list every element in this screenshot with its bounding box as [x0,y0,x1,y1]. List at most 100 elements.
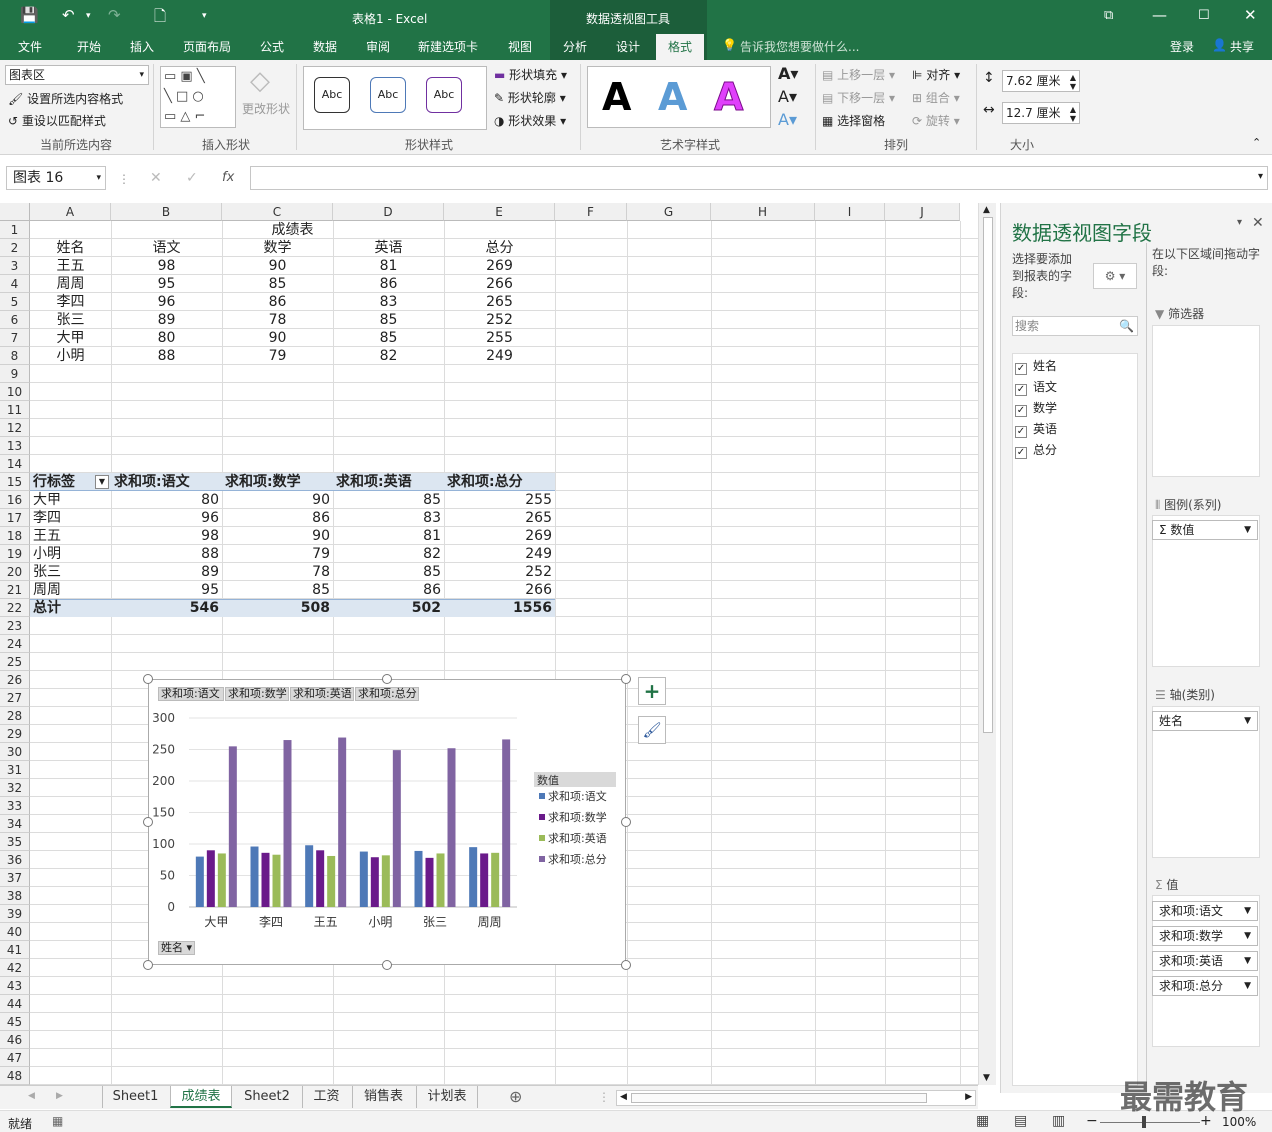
sheet-tab-sales[interactable]: 销售表 [352,1086,414,1108]
row-header-24[interactable]: 24 [0,635,30,653]
value-item-math[interactable]: 求和项:数学 ▼ [1152,926,1258,946]
column-header-h[interactable]: H [711,203,815,221]
score-data-cell[interactable]: 96 [111,293,222,311]
score-data-cell[interactable]: 95 [111,275,222,293]
score-header-cell[interactable]: 数学 [222,239,333,257]
resize-handle[interactable] [143,817,153,827]
wordart-style-blue[interactable]: A [658,75,687,119]
reset-style-button[interactable]: ↺ 重设以匹配样式 [8,112,106,129]
tab-design[interactable]: 设计 [616,38,640,55]
pivot-data-cell[interactable]: 252 [444,563,555,581]
field-checkbox-total[interactable]: ✓ 总分 [1015,441,1057,459]
bar-2-0[interactable] [217,853,226,907]
pivot-header-cell[interactable]: 求和项:数学 [222,473,333,491]
value-item-total[interactable]: 求和项:总分 ▼ [1152,976,1258,996]
pivot-data-cell[interactable]: 95 [111,581,222,599]
score-data-cell[interactable]: 249 [444,347,555,365]
shape-style-3[interactable]: Abc [426,77,462,113]
row-header-28[interactable]: 28 [0,707,30,725]
select-all-corner[interactable] [0,203,30,221]
field-checkbox-chinese[interactable]: ✓ 语文 [1015,378,1057,396]
row-header-45[interactable]: 45 [0,1013,30,1031]
value-item-english[interactable]: 求和项:英语 ▼ [1152,951,1258,971]
vertical-scroll-thumb[interactable] [983,217,993,733]
pivot-data-cell[interactable]: 269 [444,527,555,545]
row-header-7[interactable]: 7 [0,329,30,347]
row-header-38[interactable]: 38 [0,887,30,905]
score-data-cell[interactable]: 85 [333,329,444,347]
tab-data[interactable]: 数据 [313,38,337,55]
column-header-g[interactable]: G [627,203,711,221]
pivot-data-cell[interactable]: 大甲 [30,491,111,509]
axis-item-name[interactable]: 姓名 ▼ [1152,711,1258,731]
page-break-view-icon[interactable]: ▥ [1052,1113,1065,1129]
shape-fill-button[interactable]: ▬ 形状填充 ▾ [494,66,567,83]
bar-2-3[interactable] [381,855,390,907]
bar-0-4[interactable] [414,850,423,907]
row-header-3[interactable]: 3 [0,257,30,275]
score-header-cell[interactable]: 姓名 [30,239,111,257]
row-header-1[interactable]: 1 [0,221,30,239]
pivot-data-cell[interactable]: 86 [333,581,444,599]
score-data-cell[interactable]: 86 [222,293,333,311]
score-data-cell[interactable]: 255 [444,329,555,347]
score-data-cell[interactable]: 86 [333,275,444,293]
row-label-filter-dropdown-icon[interactable]: ▼ [95,475,109,489]
pivot-header-cell[interactable]: 求和项:语文 [111,473,222,491]
pivot-data-cell[interactable]: 85 [333,491,444,509]
undo-dropdown-icon[interactable]: ▾ [86,11,91,21]
vertical-scrollbar[interactable]: ▲ ▼ [978,203,996,1085]
column-header-f[interactable]: F [555,203,627,221]
sheet-tab-sheet1[interactable]: Sheet1 [102,1086,168,1108]
sheet-tab-salary[interactable]: 工资 [302,1086,350,1108]
bar-0-1[interactable] [250,846,259,907]
score-data-cell[interactable]: 82 [333,347,444,365]
width-input[interactable]: 12.7 厘米 ▲ ▼ [1002,102,1080,124]
field-checkbox-english[interactable]: ✓ 英语 [1015,420,1057,438]
score-data-cell[interactable]: 80 [111,329,222,347]
tab-format[interactable]: 格式 [656,34,705,60]
filters-zone[interactable] [1152,325,1260,477]
bar-3-2[interactable] [338,737,347,907]
pivot-data-cell[interactable]: 90 [222,491,333,509]
resize-handle[interactable] [143,674,153,684]
column-header-b[interactable]: B [111,203,222,221]
row-header-17[interactable]: 17 [0,509,30,527]
text-outline-icon[interactable]: A▾ [778,87,797,106]
undo-icon[interactable]: ↶ [62,6,75,24]
tell-me-search[interactable]: 告诉我您想要做什么... [740,38,859,55]
row-header-23[interactable]: 23 [0,617,30,635]
pivot-data-cell[interactable]: 周周 [30,581,111,599]
macro-record-icon[interactable]: ▦ [52,1114,63,1128]
row-header-37[interactable]: 37 [0,869,30,887]
minimize-icon[interactable]: — [1152,6,1167,24]
height-input[interactable]: 7.62 厘米 ▲ ▼ [1002,70,1080,92]
row-header-46[interactable]: 46 [0,1031,30,1049]
field-settings-gear-icon[interactable]: ⚙ ▾ [1093,263,1137,289]
pivot-data-cell[interactable]: 266 [444,581,555,599]
bar-3-3[interactable] [392,750,401,907]
bar-2-1[interactable] [272,854,281,907]
bar-1-4[interactable] [425,857,434,907]
shape-gallery[interactable]: ▭ ▣ ╲ ╲ □ ○ ▭ △ ⌐ [160,66,236,128]
pivot-data-cell[interactable]: 张三 [30,563,111,581]
pivot-data-cell[interactable]: 79 [222,545,333,563]
field-checkbox-name[interactable]: ✓ 姓名 [1015,357,1057,375]
horizontal-scrollbar[interactable]: ◀ ▶ [616,1090,976,1106]
row-header-47[interactable]: 47 [0,1049,30,1067]
score-data-cell[interactable]: 265 [444,293,555,311]
row-header-29[interactable]: 29 [0,725,30,743]
pivot-data-cell[interactable]: 王五 [30,527,111,545]
row-header-31[interactable]: 31 [0,761,30,779]
pivot-data-cell[interactable]: 249 [444,545,555,563]
shape-style-2[interactable]: Abc [370,77,406,113]
score-data-cell[interactable]: 李四 [30,293,111,311]
row-header-40[interactable]: 40 [0,923,30,941]
resize-handle[interactable] [621,674,631,684]
pivot-data-cell[interactable]: 80 [111,491,222,509]
row-header-9[interactable]: 9 [0,365,30,383]
bar-3-4[interactable] [447,748,456,907]
score-header-cell[interactable]: 语文 [111,239,222,257]
score-table-title[interactable]: 成绩表 [30,221,555,239]
legend-entry[interactable]: 求和项:数学 [548,810,607,824]
